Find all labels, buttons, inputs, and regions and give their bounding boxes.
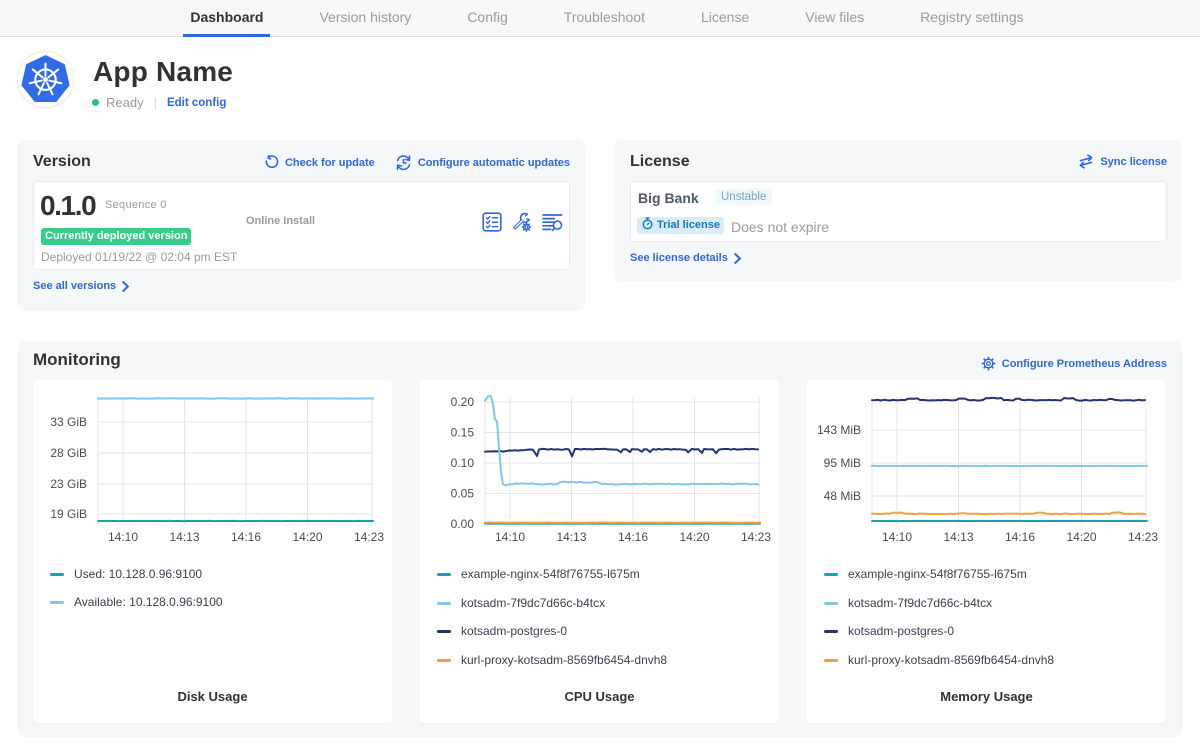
svg-text:28 GiB: 28 GiB	[50, 446, 87, 460]
svg-text:14:10: 14:10	[882, 530, 912, 544]
svg-text:14:16: 14:16	[618, 530, 648, 544]
svg-text:0.05: 0.05	[451, 487, 475, 501]
svg-text:14:10: 14:10	[108, 530, 138, 544]
svg-text:14:20: 14:20	[292, 530, 322, 544]
svg-text:14:23: 14:23	[1128, 530, 1158, 544]
svg-text:14:13: 14:13	[169, 530, 199, 544]
svg-text:14:16: 14:16	[231, 530, 261, 544]
svg-text:0.10: 0.10	[451, 456, 475, 470]
svg-text:19 GiB: 19 GiB	[50, 507, 87, 521]
svg-text:14:23: 14:23	[741, 530, 771, 544]
svg-text:95 MiB: 95 MiB	[824, 456, 861, 470]
svg-text:23 GiB: 23 GiB	[50, 477, 87, 491]
svg-text:14:13: 14:13	[556, 530, 586, 544]
svg-text:14:16: 14:16	[1005, 530, 1035, 544]
svg-text:48 MiB: 48 MiB	[824, 489, 861, 503]
svg-text:14:10: 14:10	[495, 530, 525, 544]
svg-text:14:13: 14:13	[943, 530, 973, 544]
svg-text:0.15: 0.15	[451, 426, 475, 440]
svg-text:143 MiB: 143 MiB	[817, 423, 861, 437]
svg-text:0.00: 0.00	[451, 517, 475, 531]
svg-text:14:23: 14:23	[354, 530, 384, 544]
svg-text:33 GiB: 33 GiB	[50, 415, 87, 429]
svg-text:14:20: 14:20	[1066, 530, 1096, 544]
svg-text:0.20: 0.20	[451, 395, 475, 409]
svg-text:14:20: 14:20	[679, 530, 709, 544]
